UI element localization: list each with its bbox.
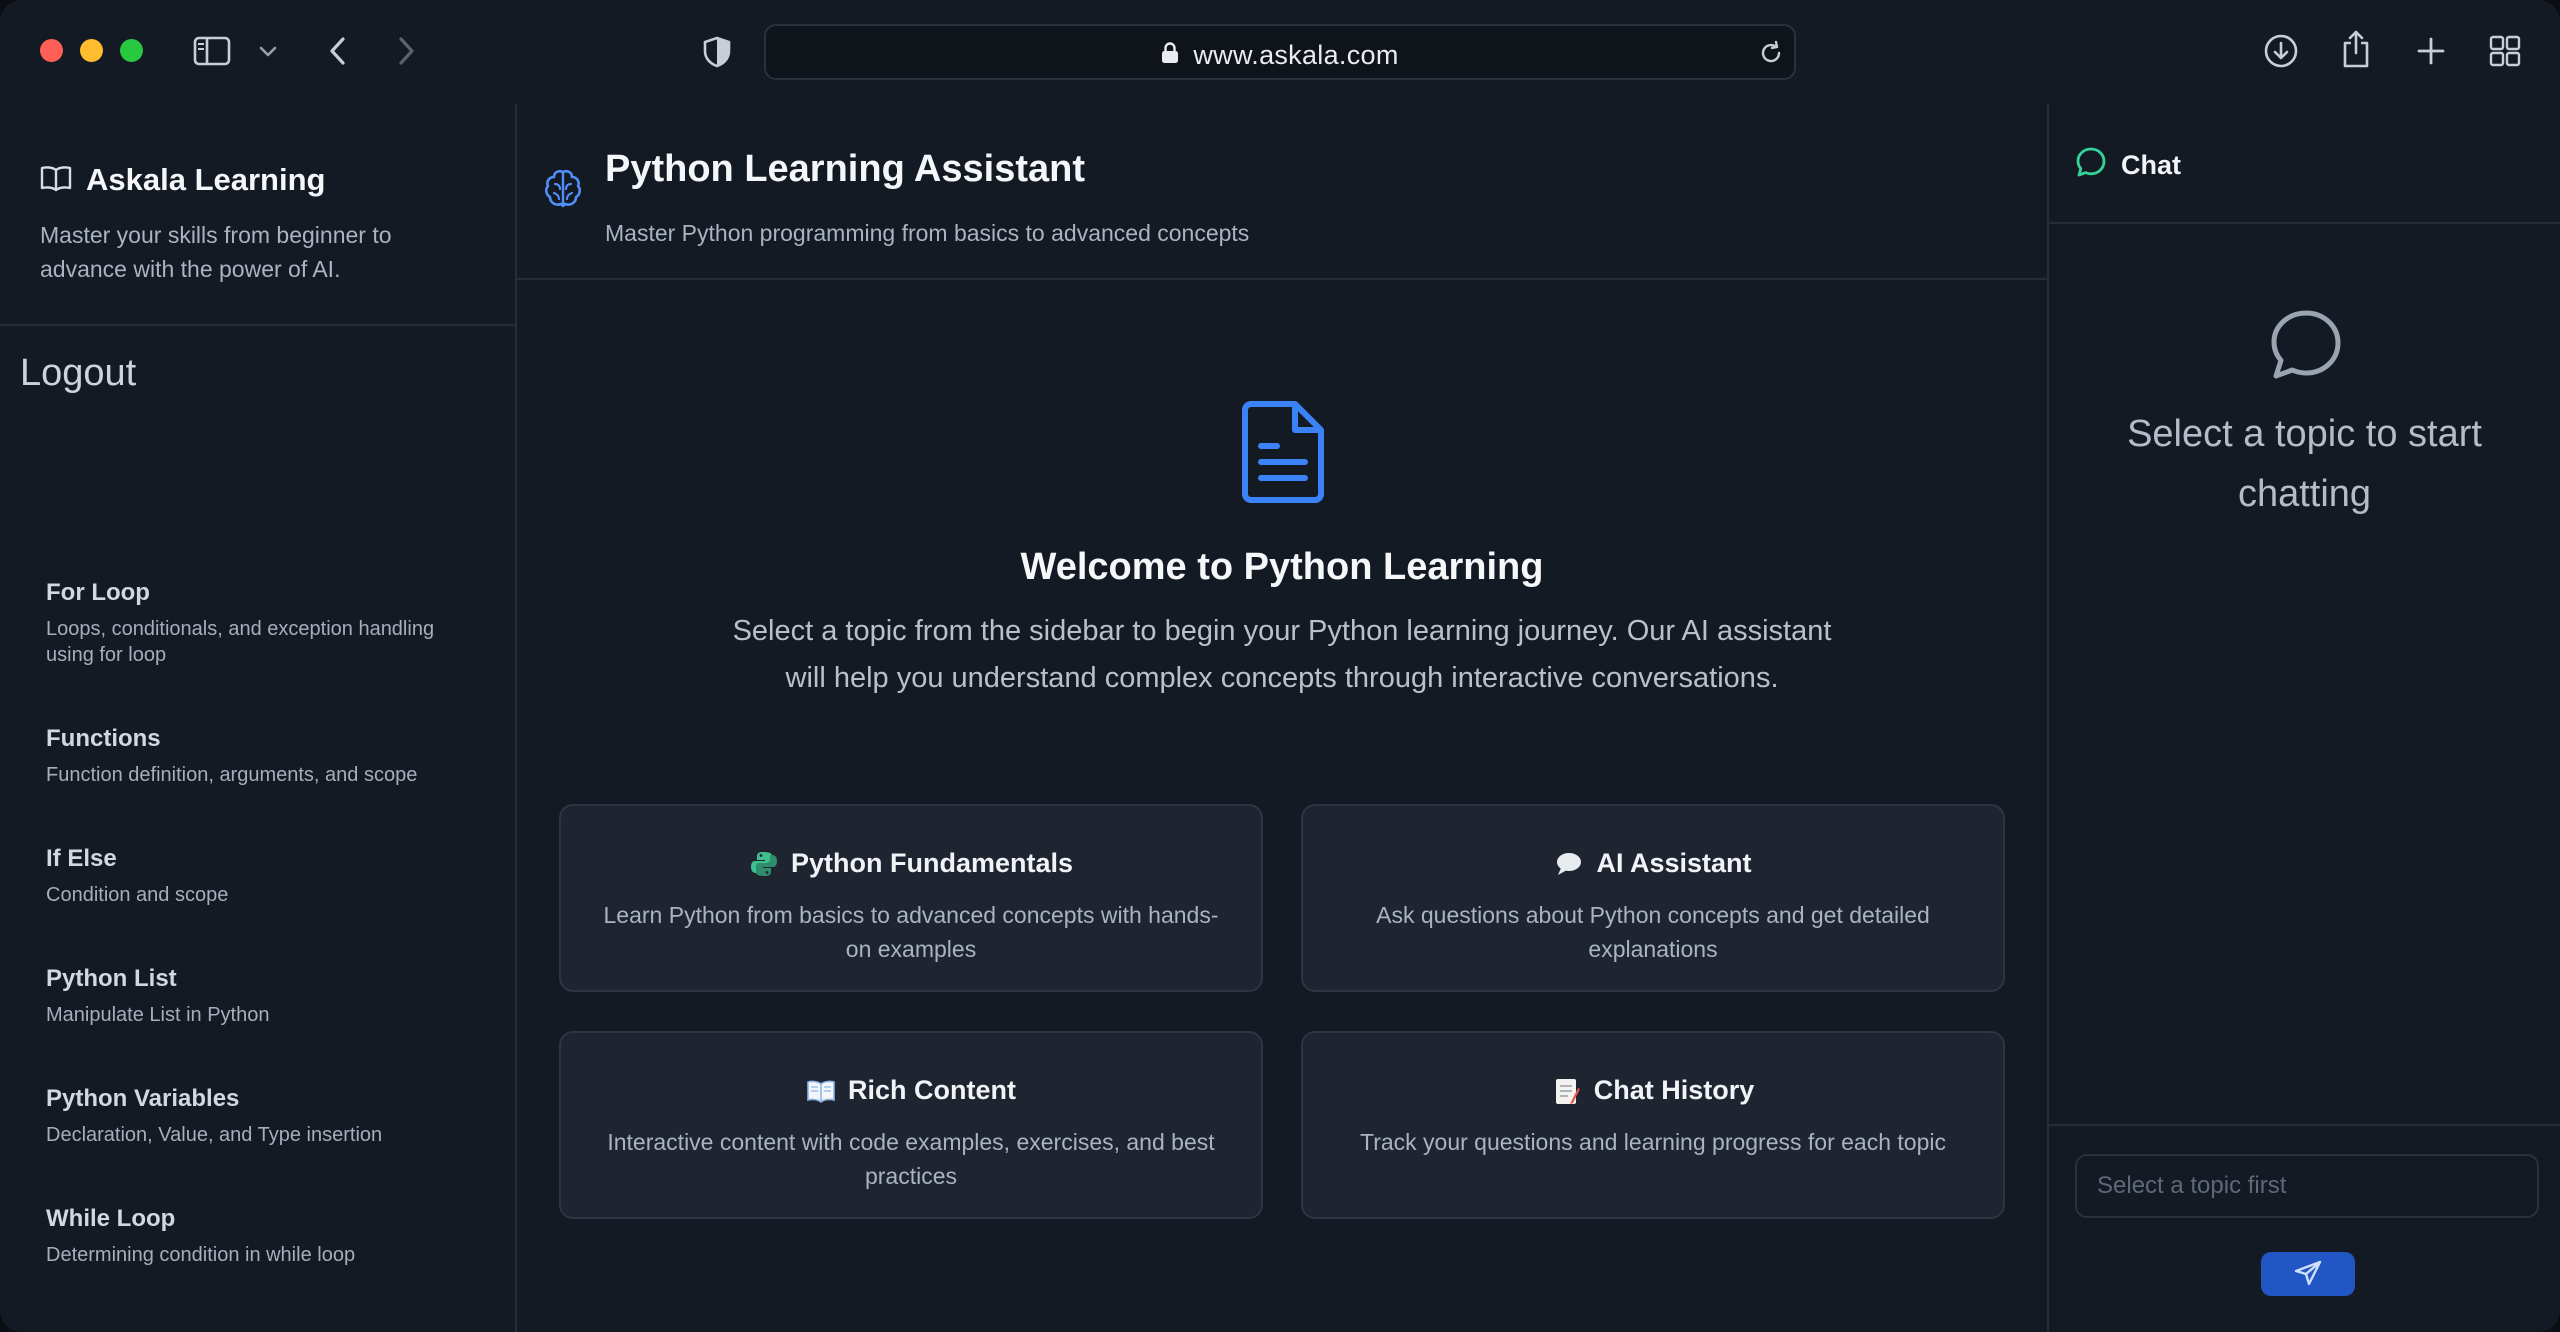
chat-bubble-icon <box>2075 146 2107 185</box>
forward-icon[interactable] <box>392 34 422 68</box>
page-subtitle: Master Python programming from basics to… <box>605 220 1250 246</box>
memo-icon <box>1552 1076 1582 1106</box>
empty-chat-icon <box>2269 308 2343 387</box>
shield-icon[interactable] <box>700 34 734 70</box>
document-icon <box>1237 400 1329 509</box>
welcome-text: Select a topic from the sidebar to begin… <box>732 615 1832 694</box>
card-title: Python Fundamentals <box>790 848 1074 878</box>
python-icon <box>749 849 779 879</box>
brand-description: Master your skills from beginner to adva… <box>40 222 392 282</box>
chevron-down-icon[interactable] <box>256 40 280 64</box>
topic-while-loop[interactable]: While Loop Determining condition in whil… <box>46 1204 486 1268</box>
new-tab-icon[interactable] <box>2414 34 2448 68</box>
brain-icon <box>543 168 583 215</box>
back-icon[interactable] <box>322 34 352 68</box>
topic-title: Python Variables <box>46 1085 240 1112</box>
empty-chat-message: Select a topic to start chatting <box>2127 413 2482 515</box>
card-description: Interactive content with code examples, … <box>607 1129 1215 1189</box>
card-title: Chat History <box>1593 1075 1755 1105</box>
close-window-button[interactable] <box>40 39 63 62</box>
topic-for-loop[interactable]: For Loop Loops, conditionals, and except… <box>46 578 486 668</box>
card-description: Track your questions and learning progre… <box>1360 1129 1946 1155</box>
chat-message-input[interactable] <box>2075 1154 2539 1218</box>
card-title: AI Assistant <box>1596 848 1752 878</box>
zoom-window-button[interactable] <box>120 39 143 62</box>
minimize-window-button[interactable] <box>80 39 103 62</box>
chat-header-label: Chat <box>2121 150 2181 180</box>
main-header: Python Learning Assistant Master Python … <box>517 104 2047 280</box>
download-icon[interactable] <box>2262 32 2300 70</box>
sidebar: Askala Learning Master your skills from … <box>0 104 517 1332</box>
topic-title: Python List <box>46 965 177 992</box>
card-title: Rich Content <box>848 1075 1016 1105</box>
feature-card-ai-assistant: AI Assistant Ask questions about Python … <box>1301 804 2005 992</box>
book-open-icon <box>40 164 72 197</box>
sidebar-divider <box>0 324 515 326</box>
topic-description: Condition and scope <box>46 884 229 906</box>
topic-python-variables[interactable]: Python Variables Declaration, Value, and… <box>46 1084 486 1148</box>
brand: Askala Learning <box>40 162 325 198</box>
topic-description: Determining condition in while loop <box>46 1244 356 1266</box>
topic-title: If Else <box>46 845 117 872</box>
feature-card-python-fundamentals: Python Fundamentals Learn Python from ba… <box>559 804 1263 992</box>
book-icon <box>806 1076 836 1106</box>
chat-header: Chat <box>2049 104 2560 224</box>
send-button[interactable] <box>2261 1252 2355 1296</box>
topic-description: Declaration, Value, and Type insertion <box>46 1124 383 1146</box>
main-content: Python Learning Assistant Master Python … <box>517 104 2047 1332</box>
card-description: Ask questions about Python concepts and … <box>1376 902 1930 962</box>
address-bar[interactable]: www.askala.com <box>764 24 1796 80</box>
browser-window: www.askala.com Askala Learning Master yo… <box>0 0 2560 1332</box>
topic-python-list[interactable]: Python List Manipulate List in Python <box>46 964 486 1028</box>
send-icon <box>2294 1260 2322 1289</box>
topic-description: Loops, conditionals, and exception handl… <box>46 618 435 666</box>
chat-footer-divider <box>2049 1124 2560 1126</box>
brand-title: Askala Learning <box>86 162 326 197</box>
feature-card-rich-content: Rich Content Interactive content with co… <box>559 1031 1263 1219</box>
logout-button[interactable]: Logout <box>20 352 136 395</box>
topic-title: Functions <box>46 725 161 752</box>
share-icon[interactable] <box>2338 28 2374 70</box>
topic-description: Manipulate List in Python <box>46 1004 270 1026</box>
welcome-title: Welcome to Python Learning <box>1020 546 1544 588</box>
feature-card-chat-history: Chat History Track your questions and le… <box>1301 1031 2005 1219</box>
speech-bubble-icon <box>1554 849 1584 879</box>
sidebar-toggle-icon[interactable] <box>192 34 232 68</box>
topic-title: For Loop <box>46 579 150 606</box>
browser-toolbar: www.askala.com <box>0 0 2560 104</box>
topic-if-else[interactable]: If Else Condition and scope <box>46 844 486 908</box>
tab-overview-icon[interactable] <box>2488 34 2522 68</box>
reload-icon[interactable] <box>1756 38 1786 68</box>
chat-panel: Chat Select a topic to start chatting <box>2047 104 2560 1332</box>
topic-functions[interactable]: Functions Function definition, arguments… <box>46 724 486 788</box>
lock-icon <box>1161 40 1179 71</box>
card-description: Learn Python from basics to advanced con… <box>603 902 1219 962</box>
topic-title: While Loop <box>46 1205 176 1232</box>
topic-description: Function definition, arguments, and scop… <box>46 764 418 786</box>
url-text: www.askala.com <box>1193 40 1399 70</box>
page-title: Python Learning Assistant <box>605 148 1085 190</box>
